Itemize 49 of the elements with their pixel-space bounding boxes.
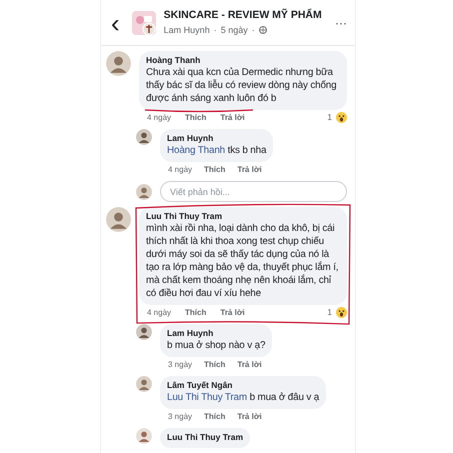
avatar [106,207,131,232]
commenter-name[interactable]: Lâm Tuyết Ngân [167,380,320,392]
like-link[interactable]: Thích [204,359,226,370]
comment-text: Luu Thi Thuy Tram b mua ở đâu v ạ [167,391,320,404]
commenter-name[interactable]: Lam Huynh [167,328,266,340]
post-time: 5 ngày [220,24,248,37]
reply-link[interactable]: Trả lời [237,411,262,422]
reply-field[interactable]: Viết phản hồi... [160,181,347,202]
comment-time: 4 ngày [168,164,192,176]
like-link[interactable]: Thích [204,411,226,422]
avatar [136,428,152,444]
back-button[interactable]: ‹ [107,10,124,36]
reply-link[interactable]: Trả lời [220,112,245,124]
group-title[interactable]: SKINCARE - REVIEW MỸ PHẨM [164,8,327,24]
comment-text: Chưa xài qua kcn của Dermedic nhưng bữa thấy bác sĩ da liễu có review dòng này chống được ánh sáng xanh luôn đó b [146,66,338,106]
reaction-icon [336,112,347,124]
separator-dot: · [214,24,217,37]
comment-text: mình xài rồi nha, loại dành cho da khô, bị cái thích nhất là khi thoa xong test chụp chiếu dưới máy soi da sẽ thấy tác dụng của nó là tạo ra lớp màng bảo vệ da, thuyết phục lắm í, mà chất kem thoáng nhẹ nên khoái lắm, chỉ có điều hơi đau ví xíu hehe [146,222,340,300]
comment-text: Hoàng Thanh tks b nha [167,144,266,158]
avatar [106,51,131,76]
comment-time: 4 ngày [147,112,172,124]
mention-link[interactable]: Hoàng Thanh [167,145,226,156]
comment-text: b mua ở shop nào v ạ? [167,339,266,352]
more-button[interactable]: ··· [335,14,347,32]
commenter-name[interactable]: Luu Thi Thuy Tram [167,432,244,444]
avatar [136,184,152,200]
like-link[interactable]: Thích [185,112,206,124]
reaction-count: 1 [327,112,332,124]
group-thumbnail [132,10,156,34]
globe-icon [258,26,267,34]
comment-time: 3 ngày [168,359,192,370]
separator-dot: · [252,24,255,37]
like-link[interactable]: Thích [185,307,206,318]
comment-time: 4 ngày [147,307,172,318]
comment-time: 3 ngày [168,411,192,422]
like-link[interactable]: Thích [204,164,226,176]
avatar [136,129,152,146]
reaction-count: 1 [327,307,332,318]
reply-link[interactable]: Trả lời [220,307,245,318]
reply-link[interactable]: Trả lời [237,164,262,176]
commenter-name[interactable]: Hoàng Thanh [146,55,340,66]
author-name[interactable]: Lam Huynh [164,24,210,38]
avatar [136,376,152,392]
reaction-icon [336,307,347,318]
reply-link[interactable]: Trả lời [237,359,262,370]
avatar [136,324,152,340]
commenter-name[interactable]: Lam Huynh [167,133,266,144]
commenter-name[interactable]: Luu Thi Thuy Tram [146,211,340,222]
mention-link[interactable]: Luu Thi Thuy Tram [167,392,247,404]
